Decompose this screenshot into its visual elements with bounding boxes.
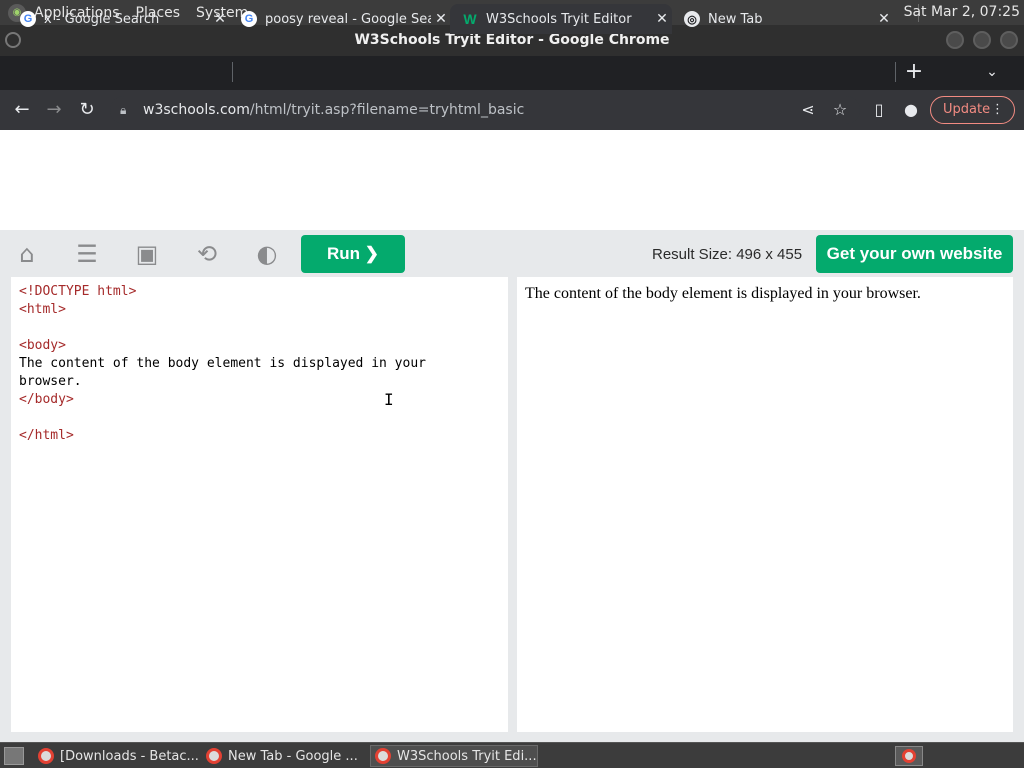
- w3schools-icon: W: [463, 11, 477, 27]
- tab-search-chevron-icon[interactable]: ⌄: [980, 60, 1004, 84]
- update-label: Update: [943, 102, 991, 117]
- code-line[interactable]: The content of the body element is displ…: [19, 355, 500, 373]
- taskbar-item-label: [Downloads - Betac...: [60, 748, 199, 764]
- tab-new-tab[interactable]: ◎ New Tab ✕: [672, 4, 894, 34]
- google-icon: G: [20, 11, 36, 27]
- tab-title: New Tab: [708, 11, 763, 27]
- code-line[interactable]: [19, 409, 500, 427]
- code-line[interactable]: <body>: [19, 337, 500, 355]
- lock-icon[interactable]: 🔒︎: [120, 96, 126, 124]
- profile-avatar-icon[interactable]: ●: [899, 98, 923, 122]
- run-button[interactable]: Run ❯: [301, 235, 405, 273]
- ad-banner-area: [0, 130, 1024, 230]
- share-icon[interactable]: ⋖: [796, 98, 820, 122]
- window-menu-icon[interactable]: [5, 32, 21, 48]
- minimize-button[interactable]: [946, 31, 964, 49]
- more-menu-icon[interactable]: ⋮: [991, 97, 1004, 123]
- close-window-button[interactable]: [1000, 31, 1018, 49]
- code-line[interactable]: browser.: [19, 373, 500, 391]
- url-text[interactable]: w3schools.com/html/tryit.asp?filename=tr…: [143, 96, 524, 124]
- maximize-button[interactable]: [973, 31, 991, 49]
- address-bar[interactable]: 🔒︎ w3schools.com/html/tryit.asp?filename…: [110, 96, 860, 124]
- taskbar-item-downloads[interactable]: [Downloads - Betac...: [34, 745, 200, 767]
- show-desktop-icon[interactable]: [4, 747, 24, 765]
- reload-icon[interactable]: ↻: [75, 98, 99, 122]
- code-line[interactable]: [19, 319, 500, 337]
- chrome-icon: ◎: [684, 11, 700, 27]
- result-size-label: Result Size: 496 x 455: [652, 246, 803, 263]
- chrome-icon: [206, 748, 222, 764]
- bookmark-star-icon[interactable]: ☆: [828, 98, 852, 122]
- taskbar-item-w3schools[interactable]: W3Schools Tryit Edi...: [370, 745, 538, 767]
- tab-close-icon[interactable]: ✕: [431, 11, 451, 27]
- tray-chrome-icon[interactable]: [895, 746, 923, 766]
- url-host: w3schools.com: [143, 102, 250, 118]
- text-cursor-icon: 𝙸: [384, 390, 394, 409]
- save-icon[interactable]: ▣: [132, 239, 162, 269]
- tab-w3schools-tryit[interactable]: W W3Schools Tryit Editor ✕: [450, 4, 672, 34]
- taskbar-item-label: New Tab - Google ...: [228, 748, 358, 764]
- page-content: ⌂ ☰ ▣ ⟲ ◐ Run ❯ Result Size: 496 x 455 G…: [0, 130, 1024, 742]
- tab-title: poosy reveal - Google Sear: [265, 11, 431, 27]
- chrome-icon: [38, 748, 54, 764]
- code-line[interactable]: </html>: [19, 427, 500, 445]
- result-frame[interactable]: The content of the body element is displ…: [517, 277, 1013, 732]
- new-tab-button[interactable]: +: [900, 60, 928, 84]
- tab-google-search-poosy[interactable]: G poosy reveal - Google Sear ✕: [229, 4, 451, 34]
- rotate-layout-icon[interactable]: ⟲: [192, 239, 222, 269]
- code-line[interactable]: </body>: [19, 391, 500, 409]
- tab-close-icon[interactable]: ✕: [874, 11, 894, 27]
- tab-separator: [895, 62, 896, 82]
- theme-contrast-icon[interactable]: ◐: [252, 239, 282, 269]
- google-icon: G: [241, 11, 257, 27]
- code-line[interactable]: <!DOCTYPE html>: [19, 283, 500, 301]
- clock[interactable]: Sat Mar 2, 07:25: [904, 4, 1020, 20]
- update-button[interactable]: Update ⋮: [930, 96, 1015, 124]
- side-panel-icon[interactable]: ▯: [867, 98, 891, 122]
- taskbar: [Downloads - Betac... New Tab - Google .…: [0, 742, 1024, 768]
- tab-title: x - Google Search: [44, 11, 160, 27]
- tab-separator: [232, 62, 233, 82]
- result-text: The content of the body element is displ…: [525, 285, 921, 302]
- tab-title: W3Schools Tryit Editor: [486, 11, 632, 27]
- taskbar-item-new-tab[interactable]: New Tab - Google ...: [202, 745, 368, 767]
- back-arrow-icon[interactable]: ←: [10, 98, 34, 122]
- browser-toolbar: ← → ↻ 🔒︎ w3schools.com/html/tryit.asp?fi…: [0, 90, 1024, 130]
- window-title: W3Schools Tryit Editor - Google Chrome: [354, 32, 670, 48]
- tab-google-search-x[interactable]: G x - Google Search ✕: [8, 4, 230, 34]
- tab-close-icon[interactable]: ✕: [652, 11, 672, 27]
- chrome-icon: [375, 748, 391, 764]
- code-line[interactable]: <html>: [19, 301, 500, 319]
- home-icon[interactable]: ⌂: [12, 239, 42, 269]
- url-path: /html/tryit.asp?filename=tryhtml_basic: [249, 102, 525, 118]
- menu-icon[interactable]: ☰: [72, 239, 102, 269]
- tab-close-icon[interactable]: ✕: [210, 11, 230, 27]
- code-editor[interactable]: <!DOCTYPE html> <html> <body> The conten…: [11, 277, 508, 732]
- get-your-own-website-button[interactable]: Get your own website: [816, 235, 1013, 273]
- forward-arrow-icon[interactable]: →: [42, 98, 66, 122]
- taskbar-item-label: W3Schools Tryit Edi...: [397, 748, 537, 764]
- tab-strip: [0, 56, 1024, 90]
